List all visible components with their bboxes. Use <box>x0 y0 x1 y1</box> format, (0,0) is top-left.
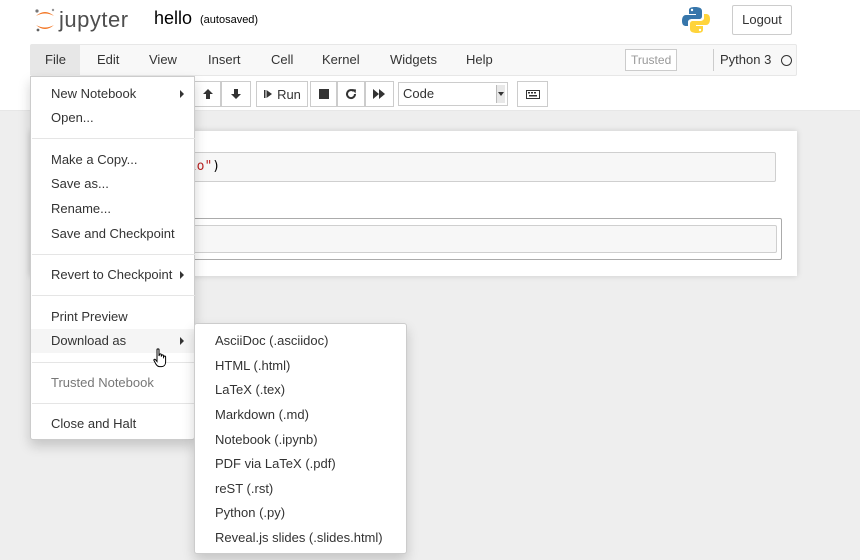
download-pdf[interactable]: PDF via LaTeX (.pdf) <box>195 452 406 476</box>
download-as-submenu: AsciiDoc (.asciidoc) HTML (.html) LaTeX … <box>194 323 407 554</box>
menu-widgets[interactable]: Widgets <box>376 45 451 75</box>
caret-right-icon <box>180 271 184 279</box>
chevron-down-icon <box>496 85 505 103</box>
kernel-name: Python 3 <box>720 52 772 67</box>
autosave-status: (autosaved) <box>200 14 259 26</box>
menu-item-save-as[interactable]: Save as... <box>31 172 194 196</box>
menu-edit[interactable]: Edit <box>83 45 133 75</box>
download-latex[interactable]: LaTeX (.tex) <box>195 378 406 402</box>
menu-view[interactable]: View <box>135 45 191 75</box>
cell-type-value: Code <box>403 86 435 101</box>
menu-item-close-halt[interactable]: Close and Halt <box>31 412 194 436</box>
caret-right-icon <box>180 90 184 98</box>
refresh-icon <box>346 89 357 100</box>
menubar-divider <box>713 49 714 71</box>
trusted-indicator[interactable]: Trusted <box>625 49 678 71</box>
command-palette-button[interactable] <box>517 81 548 107</box>
keyboard-icon <box>525 89 540 99</box>
arrow-down-icon <box>231 89 241 99</box>
restart-run-all-button[interactable] <box>365 81 394 107</box>
menu-divider <box>32 295 195 296</box>
python-logo-icon <box>681 5 711 38</box>
run-button-label: Run <box>277 86 301 102</box>
empty-cell-input[interactable] <box>128 225 777 253</box>
hand-cursor-icon <box>153 348 167 368</box>
jupyter-logo-icon <box>35 8 55 32</box>
notebook-name[interactable]: hello <box>154 8 192 29</box>
cell-type-select[interactable]: Code <box>398 82 508 106</box>
download-reveal-slides[interactable]: Reveal.js slides (.slides.html) <box>195 526 406 550</box>
empty-code-cell[interactable] <box>125 218 782 260</box>
menu-item-revert-checkpoint[interactable]: Revert to Checkpoint <box>31 263 194 287</box>
logout-button[interactable]: Logout <box>732 5 792 35</box>
menu-divider <box>32 138 195 139</box>
kernel-idle-icon <box>781 55 792 66</box>
menu-item-trusted-notebook: Trusted Notebook <box>51 375 154 390</box>
menubar: File Edit View Insert Cell Kernel Widget… <box>30 44 797 76</box>
download-asciidoc[interactable]: AsciiDoc (.asciidoc) <box>195 329 406 353</box>
restart-button[interactable] <box>337 81 365 107</box>
menu-item-download-as[interactable]: Download as <box>31 329 194 353</box>
file-menu-dropdown: New Notebook Open... Make a Copy... Save… <box>30 76 195 440</box>
menu-divider <box>32 403 195 404</box>
menu-item-label: Download as <box>51 333 127 348</box>
step-forward-icon <box>264 90 273 98</box>
menu-item-print-preview[interactable]: Print Preview <box>31 305 194 329</box>
menu-item-label: New Notebook <box>51 86 137 101</box>
menu-divider <box>32 254 195 255</box>
menu-item-rename[interactable]: Rename... <box>31 197 194 221</box>
move-up-button[interactable] <box>194 81 221 107</box>
menu-file[interactable]: File <box>31 45 80 75</box>
menu-item-save-checkpoint[interactable]: Save and Checkpoint <box>31 222 194 246</box>
download-markdown[interactable]: Markdown (.md) <box>195 403 406 427</box>
menu-item-make-copy[interactable]: Make a Copy... <box>31 148 194 172</box>
menu-item-new-notebook[interactable]: New Notebook <box>31 82 194 106</box>
download-rest[interactable]: reST (.rst) <box>195 477 406 501</box>
jupyter-logo-text: jupyter <box>59 7 129 32</box>
stop-icon <box>318 89 329 99</box>
menu-kernel[interactable]: Kernel <box>308 45 374 75</box>
run-button[interactable]: Run <box>256 81 308 107</box>
download-html[interactable]: HTML (.html) <box>195 354 406 378</box>
menu-help[interactable]: Help <box>452 45 507 75</box>
menu-item-open[interactable]: Open... <box>31 106 194 130</box>
menu-divider <box>32 362 195 363</box>
move-down-button[interactable] <box>221 81 251 107</box>
fast-forward-icon <box>373 89 385 99</box>
menu-cell[interactable]: Cell <box>257 45 307 75</box>
caret-right-icon <box>180 337 184 345</box>
download-notebook[interactable]: Notebook (.ipynb) <box>195 428 406 452</box>
code-cell-input[interactable]: nt("Hello") <box>127 152 776 182</box>
interrupt-button[interactable] <box>310 81 337 107</box>
code-paren: ) <box>212 159 221 174</box>
arrow-up-icon <box>202 89 213 99</box>
jupyter-logo[interactable]: jupyter <box>34 4 129 36</box>
menu-item-label: Revert to Checkpoint <box>51 267 173 282</box>
menu-insert[interactable]: Insert <box>194 45 255 75</box>
download-python[interactable]: Python (.py) <box>195 501 406 525</box>
